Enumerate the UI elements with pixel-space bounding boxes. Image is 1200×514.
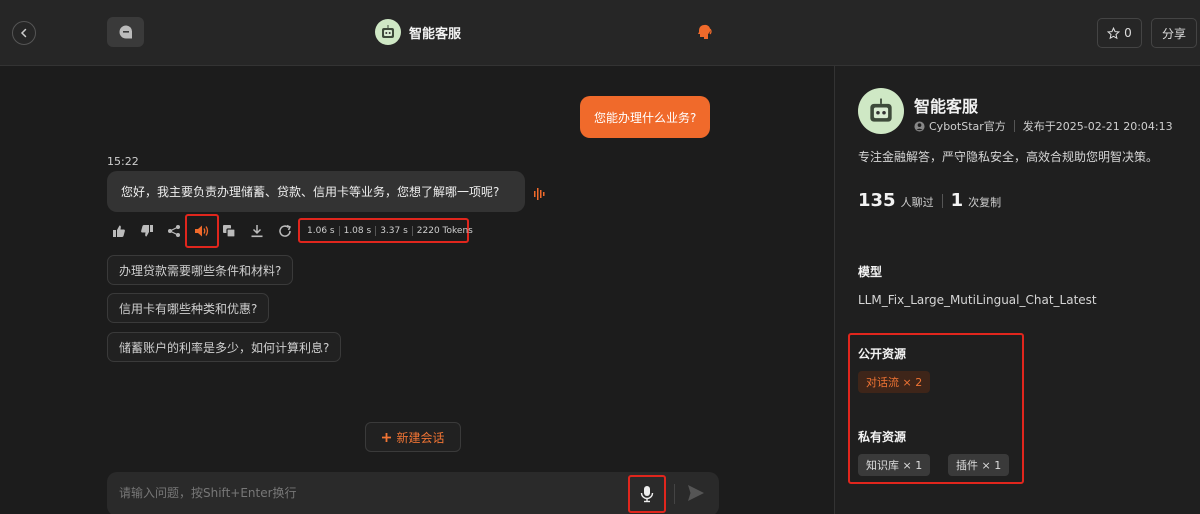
speaking-head-icon <box>698 24 712 39</box>
star-count: 0 <box>1124 26 1132 40</box>
model-label: 模型 <box>858 265 883 279</box>
chat-list-button[interactable] <box>107 17 144 47</box>
chat-area: 您能办理什么业务? 15:22 您好，我主要负责办理储蓄、贷款、信用卡等业务，您… <box>0 66 834 514</box>
audio-wave-icon <box>533 186 545 205</box>
share-button[interactable]: 分享 <box>1151 18 1197 48</box>
download-icon <box>251 225 263 238</box>
bot-published: 发布于2025-02-21 20:04:13 <box>1022 120 1173 133</box>
send-button[interactable] <box>686 483 706 507</box>
suggested-question[interactable]: 办理贷款需要哪些条件和材料? <box>107 255 294 285</box>
bot-avatar <box>858 88 904 134</box>
send-icon <box>688 485 704 501</box>
header-title: 智能客服 <box>409 26 462 42</box>
public-resources-label: 公开资源 <box>858 347 907 361</box>
bot-stats: 135 人聊过 1 次复制 <box>858 190 1001 211</box>
new-chat-label: 新建会话 <box>396 430 445 445</box>
copy-icon <box>223 225 236 238</box>
robot-icon <box>382 25 394 38</box>
user-icon <box>914 120 925 132</box>
response-stats: 1.06 s 1.08 s 3.37 s 2220 Tokens <box>298 218 473 243</box>
suggested-question[interactable]: 信用卡有哪些种类和优惠? <box>107 293 270 323</box>
thumbs-up-icon <box>113 225 125 237</box>
private-resources-label: 私有资源 <box>858 430 907 444</box>
microphone-icon <box>640 486 654 503</box>
bot-message-text: 您好，我主要负责办理储蓄、贷款、信用卡等业务，您想了解哪一项呢? <box>121 185 500 199</box>
chevron-left-icon <box>20 28 27 38</box>
back-button[interactable] <box>12 21 36 45</box>
copy-count: 1 <box>950 190 964 211</box>
bot-author: CybotStar官方 <box>929 120 1006 133</box>
regenerate-button[interactable] <box>276 222 294 240</box>
suggested-question[interactable]: 储蓄账户的利率是多少，如何计算利息? <box>107 332 342 362</box>
refresh-icon <box>278 224 291 237</box>
public-resource-tag[interactable]: 对话流 × 2 <box>858 371 931 393</box>
copy-button[interactable] <box>220 222 238 240</box>
dislike-button[interactable] <box>138 222 156 240</box>
robot-icon <box>870 98 892 122</box>
chat-count-label: 人聊过 <box>900 196 934 209</box>
private-resource-tag[interactable]: 知识库 × 1 <box>858 454 931 476</box>
voice-mode-button[interactable] <box>696 23 714 45</box>
message-input[interactable] <box>119 480 619 506</box>
chat-count: 135 <box>858 190 896 211</box>
speak-button-highlight <box>185 214 219 248</box>
message-timestamp: 15:22 <box>107 155 139 168</box>
bot-message: 您好，我主要负责办理储蓄、贷款、信用卡等业务，您想了解哪一项呢? <box>107 171 525 212</box>
share-icon <box>168 225 181 237</box>
like-button[interactable] <box>110 222 128 240</box>
star-icon <box>1107 26 1121 39</box>
bot-avatar-small <box>375 19 401 45</box>
stats-divider <box>941 193 943 208</box>
download-button[interactable] <box>248 222 266 240</box>
message-input-bar <box>107 472 719 514</box>
new-chat-button[interactable]: 新建会话 <box>365 422 461 452</box>
microphone-button[interactable] <box>628 475 666 513</box>
header-title-group: 智能客服 <box>375 19 461 45</box>
user-message: 您能办理什么业务? <box>580 96 711 138</box>
copy-count-label: 次复制 <box>968 196 1002 209</box>
private-resource-tag[interactable]: 插件 × 1 <box>948 454 1010 476</box>
bot-meta: CybotStar官方 发布于2025-02-21 20:04:13 <box>914 118 1173 134</box>
stat-second-latency: 1.08 s <box>338 225 376 236</box>
share-message-button[interactable] <box>165 222 183 240</box>
model-name: LLM_Fix_Large_MutiLingual_Chat_Latest <box>858 293 1097 307</box>
thumbs-down-icon <box>140 225 153 237</box>
stat-first-latency: 1.06 s <box>307 225 335 236</box>
input-divider <box>674 484 675 504</box>
bot-info-panel: 智能客服 CybotStar官方 发布于2025-02-21 20:04:13 … <box>834 66 1200 514</box>
stat-tokens: 2220 Tokens <box>411 225 477 236</box>
bot-description: 专注金融解答，严守隐私安全，高效合规助您明智决策。 <box>858 150 1159 164</box>
bot-name: 智能客服 <box>914 97 979 116</box>
meta-divider <box>1013 120 1015 132</box>
plus-icon <box>382 432 392 442</box>
chat-bubble-icon <box>119 25 132 39</box>
stat-total-latency: 3.37 s <box>375 225 412 236</box>
top-bar: 智能客服 0 分享 <box>0 0 1200 66</box>
star-button[interactable]: 0 <box>1097 18 1142 48</box>
